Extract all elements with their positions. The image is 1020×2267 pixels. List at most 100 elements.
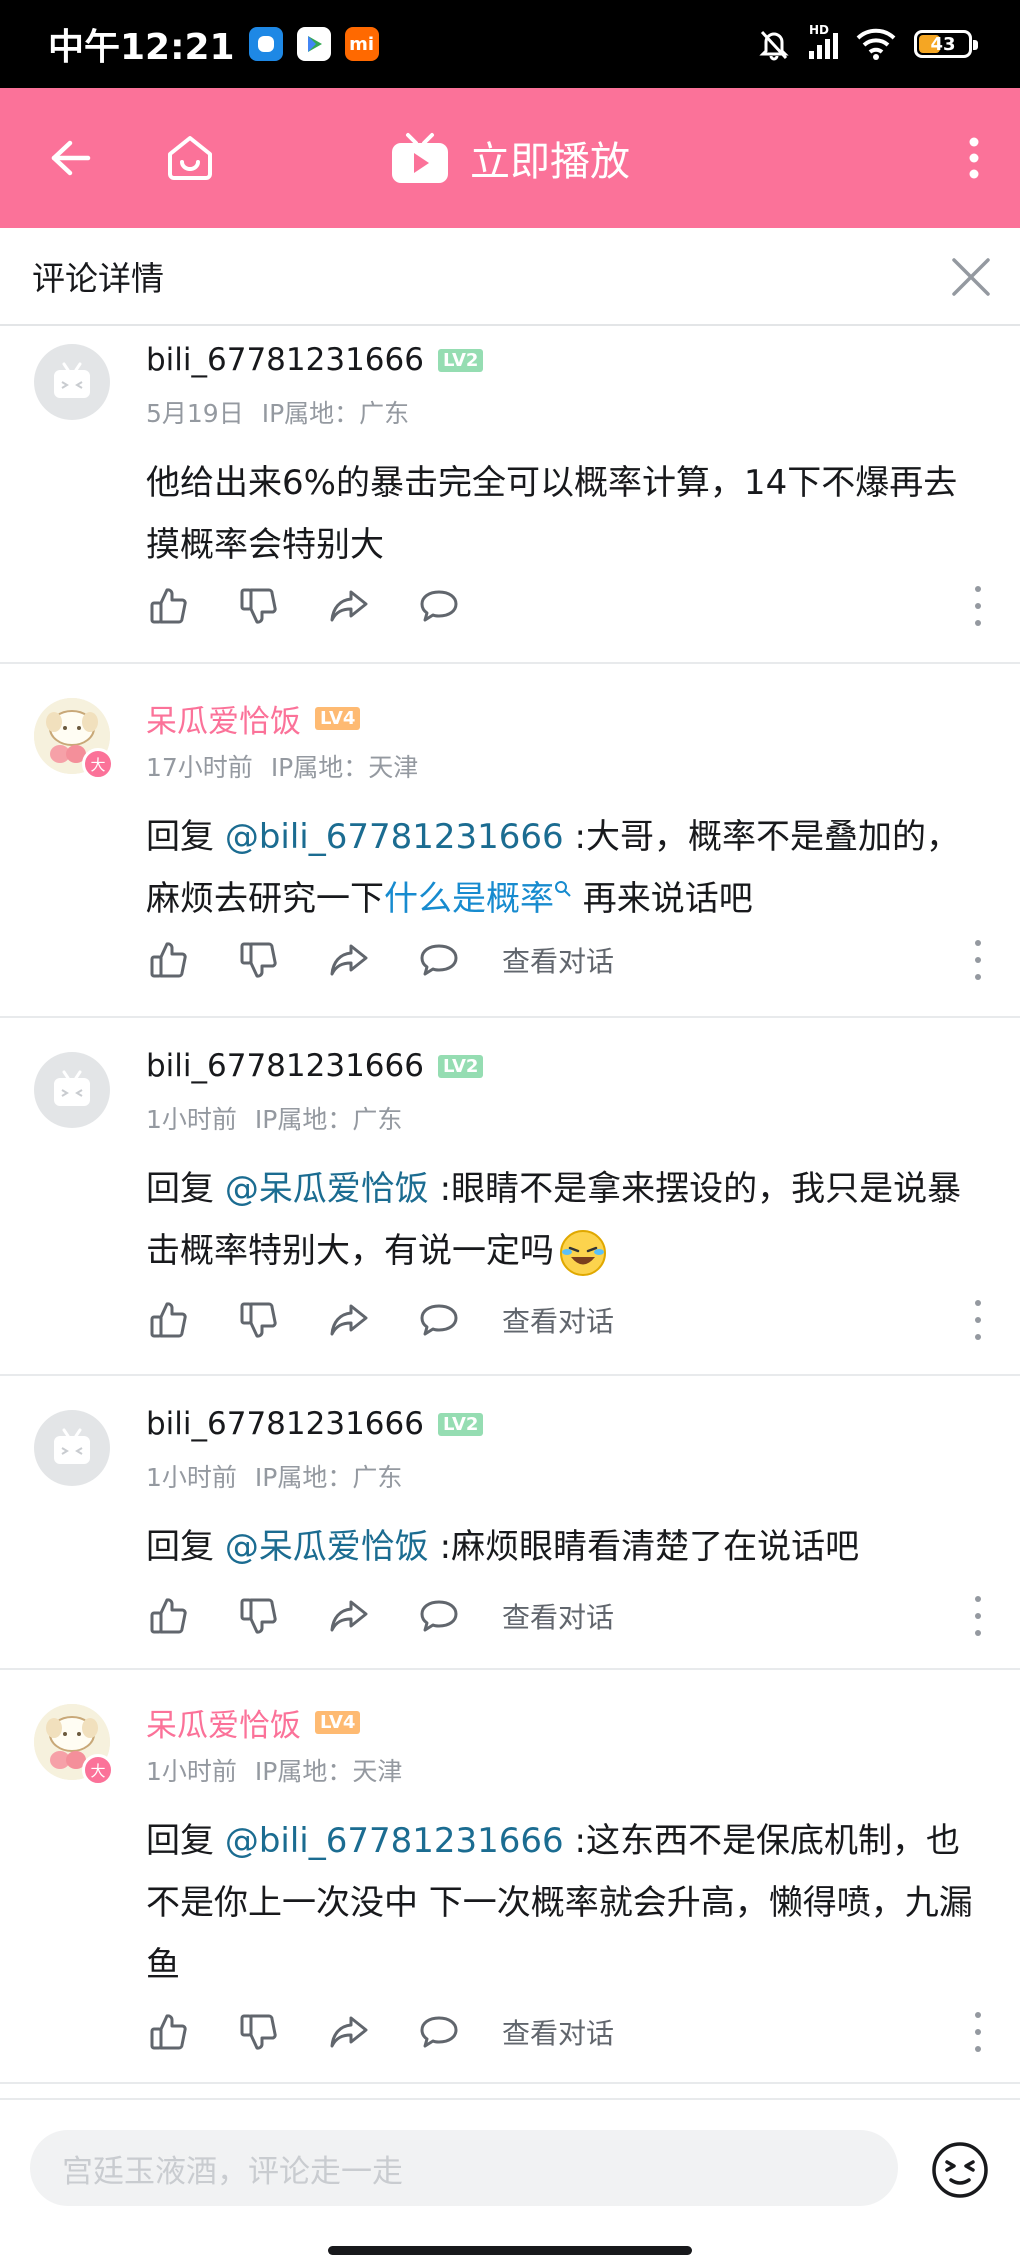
more-vertical-icon: [969, 137, 979, 179]
page-title: 评论详情: [32, 259, 164, 298]
comment-meta: 17小时前 IP属地：天津: [146, 748, 418, 784]
share-button[interactable]: [320, 2003, 378, 2061]
username[interactable]: 呆瓜爱恰饭 LV4: [146, 1700, 361, 1745]
view-conversation-link[interactable]: 查看对话: [502, 940, 614, 980]
view-conversation-link[interactable]: 查看对话: [502, 1300, 614, 1340]
comment-bubble-icon: [420, 944, 458, 976]
dislike-button[interactable]: [230, 1587, 288, 1645]
comment-bubble-icon: [420, 1304, 458, 1336]
dislike-button[interactable]: [230, 2003, 288, 2061]
more-menu-button[interactable]: [952, 88, 996, 228]
level-badge: LV4: [315, 707, 361, 730]
reply-button[interactable]: [410, 1291, 468, 1349]
search-keyword-link[interactable]: 什么是概率: [384, 879, 572, 919]
ip-location: IP属地：广东: [261, 399, 410, 428]
mention-link[interactable]: @bili_67781231666: [225, 817, 564, 857]
like-button[interactable]: [140, 2003, 198, 2061]
thumbs-up-icon: [150, 2014, 187, 2050]
wifi-icon: [856, 28, 896, 60]
more-options-button[interactable]: [972, 940, 984, 980]
more-options-button[interactable]: [972, 586, 984, 626]
username[interactable]: bili_67781231666 LV2: [146, 1406, 484, 1442]
comment-meta: 5月19日 IP属地：广东: [146, 394, 409, 430]
search-icon: [555, 881, 571, 897]
share-icon: [330, 944, 368, 976]
more-options-button[interactable]: [972, 1596, 984, 1636]
like-button[interactable]: [140, 1291, 198, 1349]
home-button[interactable]: [160, 88, 220, 228]
like-button[interactable]: [140, 931, 198, 989]
view-conversation-link[interactable]: 查看对话: [502, 1596, 614, 1636]
status-time: 中午12:21: [48, 27, 235, 68]
emoji-icon[interactable]: [930, 2140, 990, 2200]
back-button[interactable]: [40, 88, 100, 228]
comment-meta: 1小时前 IP属地：天津: [146, 1752, 402, 1788]
mention-link[interactable]: @bili_67781231666: [225, 1821, 564, 1861]
avatar[interactable]: [34, 1410, 110, 1486]
comment-item: 大 呆瓜爱恰饭 LV4 17小时前 IP属地：天津 回复 @bili_67781…: [0, 664, 1020, 1018]
more-options-button[interactable]: [972, 2012, 984, 2052]
vip-badge: 大: [82, 748, 114, 780]
thumbs-down-icon: [240, 2014, 277, 2050]
reply-button[interactable]: [410, 931, 468, 989]
comment-date: 1小时前: [146, 1105, 237, 1134]
view-conversation-link[interactable]: 查看对话: [502, 2012, 614, 2052]
more-options-button[interactable]: [972, 1300, 984, 1340]
comment-detail-header: 评论详情: [0, 228, 1020, 326]
avatar[interactable]: [34, 344, 110, 420]
comment-actions: 查看对话: [146, 930, 1020, 990]
dislike-button[interactable]: [230, 577, 288, 635]
thumbs-down-icon: [240, 588, 277, 624]
like-button[interactable]: [140, 577, 198, 635]
thumbs-down-icon: [240, 942, 277, 978]
username[interactable]: bili_67781231666 LV2: [146, 1048, 484, 1084]
battery-icon: 43: [914, 30, 978, 58]
thumbs-down-icon: [240, 1598, 277, 1634]
thumbs-up-icon: [150, 1302, 187, 1338]
thumbs-up-icon: [150, 942, 187, 978]
dislike-button[interactable]: [230, 1291, 288, 1349]
comment-input-bar: 宫廷玉液酒，评论走一走: [0, 2098, 1020, 2267]
comment-actions: 查看对话: [146, 2002, 1020, 2062]
play-now-button[interactable]: 立即播放: [390, 88, 630, 228]
thumbs-up-icon: [150, 1598, 187, 1634]
vip-badge: 大: [82, 1754, 114, 1786]
level-badge: LV4: [315, 1711, 361, 1734]
comment-bubble-icon: [420, 590, 458, 622]
comment-date: 5月19日: [146, 399, 244, 428]
reply-button[interactable]: [410, 2003, 468, 2061]
comment-item: bili_67781231666 LV2 1小时前 IP属地：广东 回复 @呆瓜…: [0, 1018, 1020, 1376]
share-button[interactable]: [320, 931, 378, 989]
share-button[interactable]: [320, 1291, 378, 1349]
mention-link[interactable]: @呆瓜爱恰饭: [225, 1527, 429, 1567]
mention-link[interactable]: @呆瓜爱恰饭: [225, 1169, 429, 1209]
share-button[interactable]: [320, 577, 378, 635]
tv-play-icon: [392, 133, 448, 183]
username[interactable]: 呆瓜爱恰饭 LV4: [146, 696, 361, 741]
username[interactable]: bili_67781231666 LV2: [146, 342, 484, 378]
thumbs-up-icon: [150, 588, 187, 624]
comment-input[interactable]: 宫廷玉液酒，评论走一走: [30, 2130, 898, 2206]
default-avatar-icon: [54, 1070, 90, 1106]
avatar[interactable]: [34, 1052, 110, 1128]
thumbs-down-icon: [240, 1302, 277, 1338]
mi-icon: mi: [344, 27, 379, 61]
comment-item: bili_67781231666 LV2 1小时前 IP属地：广东 回复 @呆瓜…: [0, 1376, 1020, 1670]
play-now-label: 立即播放: [470, 139, 630, 185]
comment-bubble-icon: [420, 2016, 458, 2048]
dislike-button[interactable]: [230, 931, 288, 989]
reply-button[interactable]: [410, 1587, 468, 1645]
comment-actions: 查看对话: [146, 1586, 1020, 1646]
ip-location: IP属地：天津: [254, 1757, 403, 1786]
comment-item: 大 呆瓜爱恰饭 LV4 1小时前 IP属地：天津 回复 @bili_677812…: [0, 1670, 1020, 2084]
home-indicator[interactable]: [328, 2246, 692, 2255]
close-icon[interactable]: [944, 250, 998, 304]
reply-button[interactable]: [410, 577, 468, 635]
share-icon: [330, 1304, 368, 1336]
share-button[interactable]: [320, 1587, 378, 1645]
comment-text: 回复 @bili_67781231666 :这东西不是保底机制，也不是你上一次没…: [146, 1821, 973, 1985]
comment-meta: 1小时前 IP属地：广东: [146, 1458, 402, 1494]
home-icon: [168, 136, 212, 180]
ip-location: IP属地：广东: [254, 1463, 403, 1492]
like-button[interactable]: [140, 1587, 198, 1645]
